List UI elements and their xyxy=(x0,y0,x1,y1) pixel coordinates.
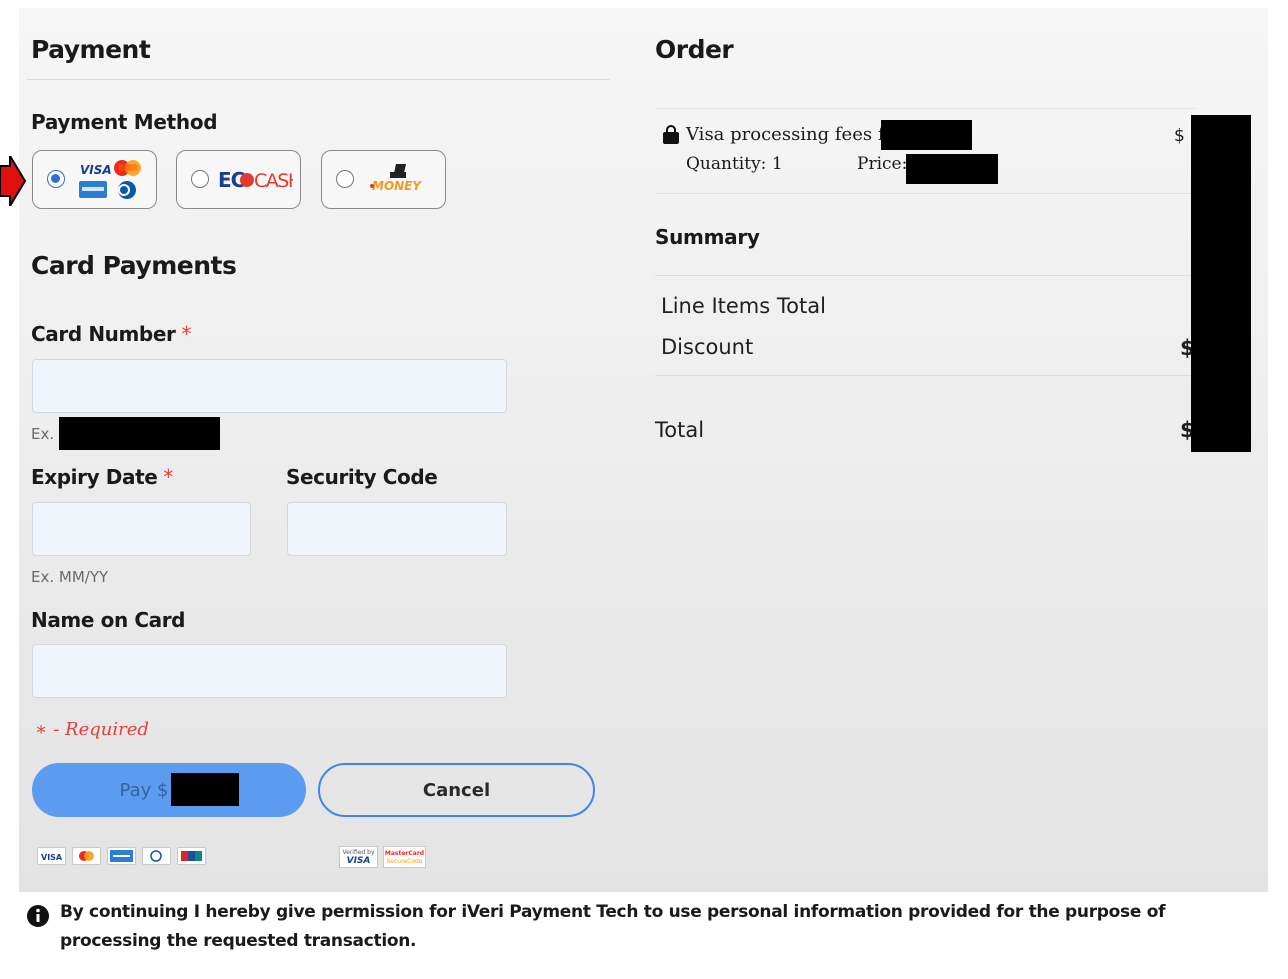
radio-onemoney[interactable] xyxy=(336,170,354,188)
verified-visa-text: VISA xyxy=(346,856,371,866)
order-quantity: Quantity: 1 xyxy=(686,154,783,174)
payment-method-label: Payment Method xyxy=(31,110,218,134)
svg-text:CASH: CASH xyxy=(254,170,293,192)
card-number-label-text: Card Number xyxy=(31,322,176,346)
name-on-card-input[interactable] xyxy=(32,644,507,698)
consent-text: By continuing I hereby give permission f… xyxy=(60,902,1166,951)
visa-logo-icon: VISA xyxy=(37,847,66,865)
quantity-value: 1 xyxy=(771,154,783,174)
redacted-card-example xyxy=(59,417,220,450)
summary-divider-bottom xyxy=(655,375,1195,376)
svg-text:VISA: VISA xyxy=(80,163,112,177)
total-label: Total xyxy=(655,418,705,442)
mastercard-securecode-badge: MasterCard SecureCode xyxy=(383,846,426,868)
expiry-date-hint: Ex. MM/YY xyxy=(31,568,109,586)
redacted-amounts-column xyxy=(1191,115,1251,452)
required-note-text: - Required xyxy=(53,719,149,740)
payment-method-card[interactable]: VISA xyxy=(32,150,157,209)
pay-button[interactable]: Pay $ xyxy=(32,763,306,817)
summary-divider-top xyxy=(655,275,1195,276)
payment-divider xyxy=(27,79,610,80)
card-payments-title: Card Payments xyxy=(31,251,237,280)
name-on-card-label: Name on Card xyxy=(31,608,186,632)
radio-ecocash[interactable] xyxy=(191,170,209,188)
summary-title: Summary xyxy=(655,225,760,249)
unionpay-logo-icon xyxy=(177,847,206,865)
required-note: ∗ - Required xyxy=(35,719,149,740)
ecocash-logo-icon: EC CASH xyxy=(218,168,293,192)
red-arrow-annotation xyxy=(0,156,26,206)
pay-button-label: Pay $ xyxy=(119,779,169,801)
svg-text:MONEY: MONEY xyxy=(372,179,422,193)
payment-method-onemoney[interactable]: MONEY xyxy=(321,150,446,209)
redacted-item-detail xyxy=(881,120,972,150)
card-brands-icon: VISA xyxy=(79,160,141,199)
line-items-total-label: Line Items Total xyxy=(661,294,826,318)
card-number-input[interactable] xyxy=(32,359,507,413)
amex-logo-icon xyxy=(107,847,136,865)
expiry-date-input[interactable] xyxy=(32,502,251,556)
payment-method-ecocash[interactable]: EC CASH xyxy=(176,150,301,209)
required-note-star: ∗ xyxy=(35,719,48,740)
expiry-date-label: Expiry Date * xyxy=(31,465,173,489)
mc-badge-line1: MasterCard xyxy=(384,850,425,857)
order-title: Order xyxy=(655,35,734,64)
redacted-pay-amount xyxy=(171,773,239,806)
security-code-label: Security Code xyxy=(286,465,438,489)
diners-logo-icon xyxy=(142,847,171,865)
mastercard-logo-icon xyxy=(72,847,101,865)
discount-label: Discount xyxy=(661,335,754,359)
security-code-input[interactable] xyxy=(287,502,507,556)
verified-by-visa-badge: Verified by VISA xyxy=(339,846,378,868)
quantity-label: Quantity: xyxy=(686,154,767,174)
redacted-price xyxy=(906,154,998,184)
radio-card[interactable] xyxy=(47,170,65,188)
mc-badge-line2: SecureCode xyxy=(386,858,423,865)
svg-text:VISA: VISA xyxy=(41,853,63,862)
price-label: Price: xyxy=(857,154,908,174)
order-item-amount-prefix: $ xyxy=(1174,126,1185,146)
cancel-button-label: Cancel xyxy=(422,779,491,801)
cancel-button[interactable]: Cancel xyxy=(318,763,595,817)
expiry-date-label-text: Expiry Date xyxy=(31,465,158,489)
card-number-hint: Ex. xyxy=(31,425,55,443)
shopping-bag-icon xyxy=(663,125,679,144)
order-item-name: Visa processing fees for xyxy=(686,124,904,145)
payment-title: Payment xyxy=(31,35,151,64)
required-asterisk: * xyxy=(163,465,174,489)
required-asterisk: * xyxy=(181,322,192,346)
info-icon xyxy=(27,905,49,927)
card-number-label: Card Number * xyxy=(31,322,191,346)
onemoney-logo-icon: MONEY xyxy=(370,164,422,193)
